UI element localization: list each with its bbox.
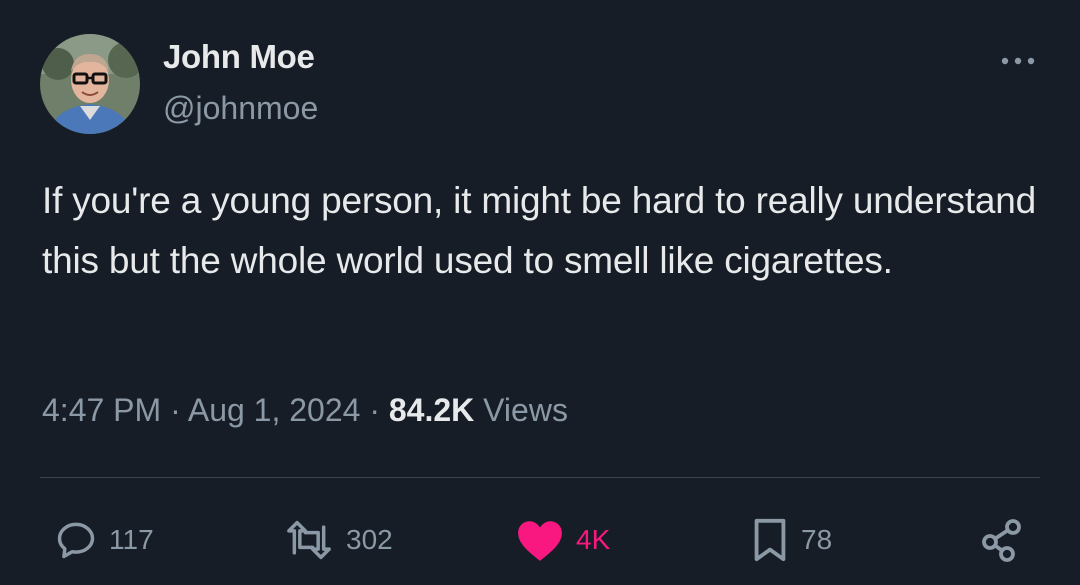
views-count: 84.2K [388, 392, 475, 428]
reply-button[interactable]: 117 [54, 515, 154, 565]
more-options-button[interactable] [996, 46, 1040, 76]
tweet-date[interactable]: Aug 1, 2024 [188, 392, 361, 428]
meta-separator: · [360, 392, 389, 428]
like-count: 4K [576, 524, 611, 555]
tweet-text: If you're a young person, it might be ha… [42, 180, 1037, 281]
bookmark-icon [750, 517, 790, 563]
author-display-name[interactable]: John Moe [163, 38, 315, 76]
reply-count: 117 [109, 524, 154, 555]
bookmark-button[interactable]: 78 [750, 515, 832, 565]
like-button[interactable]: 4K [515, 515, 610, 565]
heart-icon [515, 517, 565, 563]
retweet-icon [283, 518, 335, 562]
share-icon [978, 516, 1026, 564]
tweet-time[interactable]: 4:47 PM [42, 392, 161, 428]
profile-photo [40, 34, 140, 134]
retweet-button[interactable]: 302 [283, 515, 393, 565]
reply-icon [54, 518, 98, 562]
divider [40, 477, 1040, 478]
avatar[interactable] [40, 34, 140, 134]
bookmark-count: 78 [801, 524, 833, 555]
author-handle[interactable]: @johnmoe [163, 90, 318, 127]
views-label: Views [474, 392, 568, 428]
meta-separator: · [161, 392, 188, 428]
retweet-count: 302 [346, 524, 393, 555]
share-button[interactable] [978, 515, 1026, 565]
more-horizontal-icon [1001, 57, 1035, 65]
tweet-metadata: 4:47 PM · Aug 1, 2024 · 84.2K Views [42, 392, 568, 429]
